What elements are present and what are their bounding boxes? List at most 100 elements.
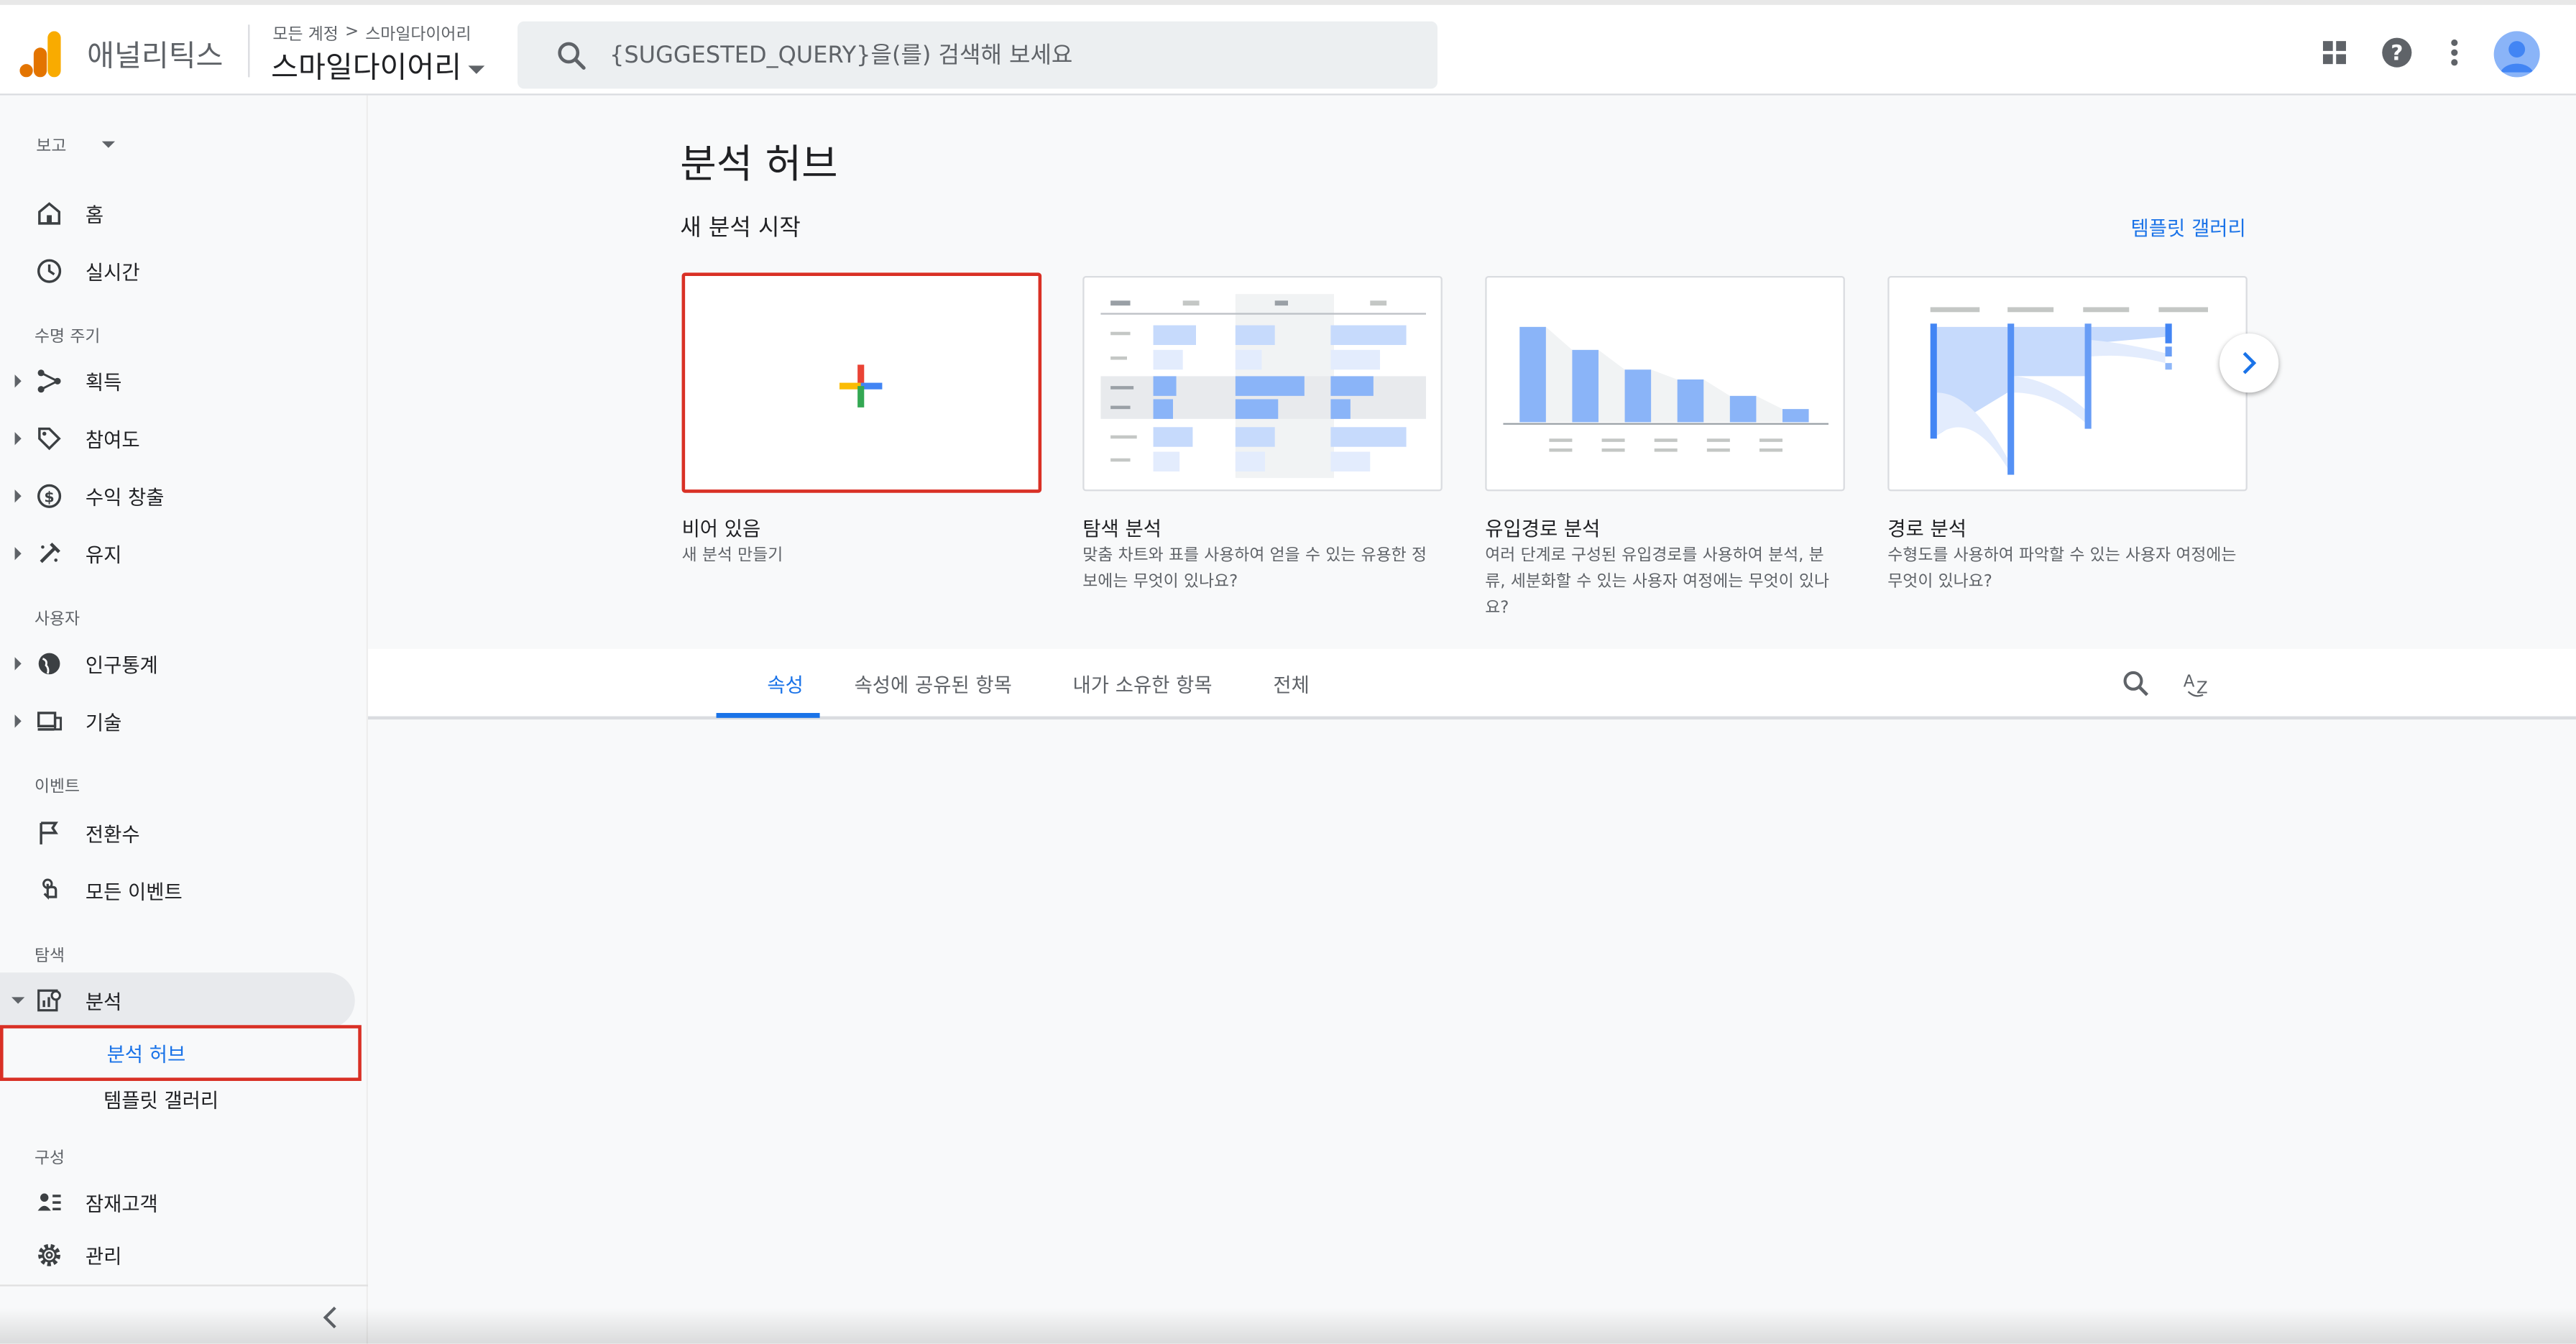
- section-lifecycle: 수명 주기: [34, 328, 101, 347]
- devices-icon: [37, 712, 63, 731]
- sidebar-item-label: 기술: [85, 710, 122, 734]
- globe-icon: [38, 653, 60, 675]
- sidebar-item-home[interactable]: 홈: [0, 185, 355, 241]
- tab-all[interactable]: 전체: [1241, 649, 1343, 719]
- plus-icon: [839, 364, 883, 408]
- search-icon[interactable]: [2120, 667, 2153, 700]
- sidebar-item-admin[interactable]: 관리: [0, 1227, 355, 1283]
- window-bottom-shadow: [0, 1307, 2576, 1344]
- svg-text:A: A: [2184, 672, 2195, 691]
- expand-arrow-icon: [14, 714, 22, 728]
- sidebar-item-monetization[interactable]: $ 수익 창출: [0, 468, 355, 524]
- new-analysis-heading: 새 분석 시작: [680, 215, 801, 241]
- page-title: 분석 허브: [680, 141, 838, 188]
- breadcrumb[interactable]: 모든 계정 > 스마일다이어리: [272, 19, 472, 45]
- sort-az-icon[interactable]: A Z: [2181, 667, 2214, 700]
- sidebar-item-engagement[interactable]: 참여도: [0, 410, 355, 466]
- sidebar-subitem-template-gallery[interactable]: 템플릿 갤러리: [0, 1071, 362, 1127]
- sidebar-item-label: 잠재고객: [85, 1192, 158, 1215]
- card-path[interactable]: [1887, 275, 2248, 492]
- sidebar-subitem-label: 템플릿 갤러리: [103, 1088, 219, 1112]
- expand-arrow-icon: [14, 374, 22, 388]
- search-input[interactable]: [609, 42, 1399, 68]
- template-gallery-link[interactable]: 템플릿 갤러리: [2131, 213, 2246, 241]
- apps-grid-icon[interactable]: [2317, 34, 2352, 70]
- svg-text:?: ?: [2391, 40, 2403, 65]
- analytics-logo-icon[interactable]: [19, 31, 62, 78]
- account-avatar[interactable]: [2493, 31, 2540, 78]
- card-blank-desc: 새 분석 만들기: [681, 547, 783, 566]
- home-icon: [38, 202, 60, 225]
- sidebar-item-retention[interactable]: 유지: [0, 525, 355, 581]
- section-user: 사용자: [34, 611, 80, 630]
- collapse-arrow-icon: [11, 997, 25, 1004]
- sidebar-item-analysis[interactable]: 분석: [0, 972, 355, 1028]
- free-form-preview: [1100, 294, 1426, 479]
- top-app-bar: 애널리틱스 모든 계정 > 스마일다이어리 스마일다이어리 {SUGGESTED…: [0, 0, 2576, 96]
- analytics-page: 애널리틱스 모든 계정 > 스마일다이어리 스마일다이어리 {SUGGESTED…: [0, 0, 2576, 1344]
- left-nav: 보고 홈 실시간 수명 주기 획득 참여도 $ 수익 창출 유지 사용자 인구통…: [0, 95, 368, 1344]
- section-events: 이벤트: [34, 778, 80, 797]
- more-vert-icon[interactable]: [2437, 34, 2472, 70]
- card-funnel-title: 유입경로 분석: [1485, 517, 1601, 540]
- section-explore: 탐색: [34, 947, 65, 966]
- card-blank[interactable]: [681, 272, 1042, 493]
- sidebar-item-realtime[interactable]: 실시간: [0, 243, 355, 299]
- carousel-next-button[interactable]: [2219, 333, 2279, 393]
- help-icon[interactable]: ?: [2379, 34, 2415, 70]
- sidebar-item-label: 전환수: [85, 821, 140, 845]
- analysis-tab-bar: 속성 속성에 공유된 항목 내가 소유한 항목 전체 A Z: [367, 648, 2576, 720]
- card-path-title: 경로 분석: [1887, 517, 1966, 540]
- sidebar-item-label: 모든 이벤트: [85, 879, 183, 903]
- settings-icon: [38, 1243, 60, 1266]
- sidebar-item-label: 홈: [85, 203, 104, 226]
- chevron-down-icon: [468, 65, 485, 73]
- sidebar-item-label: 획득: [85, 370, 122, 394]
- funnel-preview: [1503, 326, 1828, 452]
- sidebar-item-label: 분석: [85, 990, 122, 1013]
- search-bar[interactable]: [517, 21, 1438, 89]
- sidebar-item-all-events[interactable]: 모든 이벤트: [0, 862, 355, 919]
- breadcrumb-separator: >: [344, 22, 359, 42]
- flag-icon: [40, 821, 58, 844]
- report-dropdown[interactable]: 보고: [36, 132, 116, 156]
- report-label: 보고: [36, 137, 67, 157]
- sidebar-item-label: 참여도: [85, 428, 140, 451]
- chevron-right-icon: [2242, 351, 2257, 374]
- header-divider: [248, 24, 250, 78]
- audience-icon: [37, 1193, 61, 1211]
- card-free-form-title: 탐색 분석: [1082, 517, 1162, 540]
- touch-icon: [42, 878, 58, 900]
- path-preview: [1930, 307, 2208, 475]
- section-configure: 구성: [34, 1149, 65, 1169]
- tab-shared[interactable]: 속성에 공유된 항목: [822, 649, 1045, 719]
- sidebar-item-acquisition[interactable]: 획득: [0, 353, 355, 409]
- card-funnel-desc: 여러 단계로 구성된 유입경로를 사용하여 분석, 분류, 세분화할 수 있는 …: [1485, 547, 1829, 618]
- card-free-form[interactable]: [1082, 275, 1443, 492]
- sidebar-item-conversions[interactable]: 전환수: [0, 805, 355, 861]
- svg-text:$: $: [44, 488, 54, 505]
- analysis-icon: [37, 989, 61, 1012]
- sidebar-item-label: 인구통계: [85, 653, 158, 676]
- expand-arrow-icon: [14, 489, 22, 503]
- tag-icon: [38, 427, 61, 451]
- property-selector[interactable]: 스마일다이어리: [271, 45, 485, 87]
- property-name: 스마일다이어리: [271, 50, 462, 86]
- clock-icon: [37, 259, 62, 283]
- sidebar-item-tech[interactable]: 기술: [0, 694, 355, 750]
- tab-owned[interactable]: 내가 소유한 항목: [1040, 649, 1246, 719]
- sidebar-item-demographics[interactable]: 인구통계: [0, 636, 355, 692]
- search-icon: [558, 41, 586, 69]
- card-path-desc: 수형도를 사용하여 파악할 수 있는 사용자 여정에는 무엇이 있나요?: [1887, 547, 2237, 592]
- card-blank-title: 비어 있음: [681, 517, 761, 540]
- retention-icon: [40, 542, 60, 563]
- app-name[interactable]: 애널리틱스: [87, 33, 223, 75]
- card-funnel[interactable]: [1485, 275, 1845, 492]
- expand-arrow-icon: [14, 657, 22, 671]
- sidebar-item-label: 유지: [85, 543, 122, 566]
- breadcrumb-property: 스마일다이어리: [365, 26, 472, 45]
- sidebar-item-label: 수익 창출: [85, 485, 165, 509]
- breadcrumb-account: 모든 계정: [272, 26, 339, 45]
- sidebar-item-audiences[interactable]: 잠재고객: [0, 1174, 355, 1230]
- dollar-icon: $: [37, 484, 62, 508]
